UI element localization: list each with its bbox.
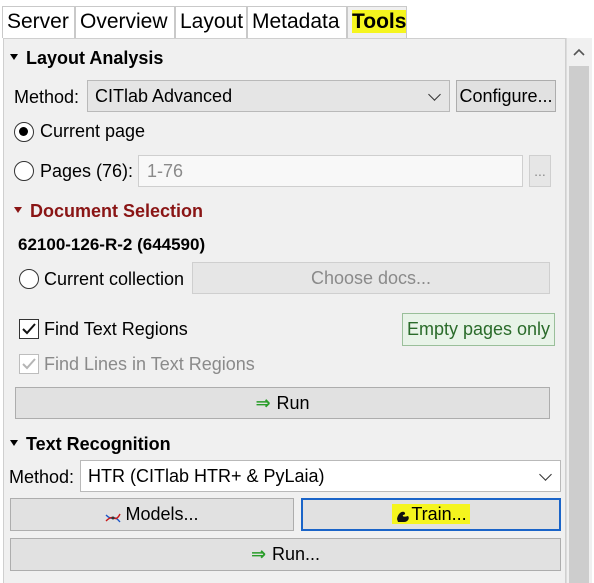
tr-method-value: HTR (CITlab HTR+ & PyLaia) <box>88 466 325 486</box>
pages-ellipsis-button[interactable]: ... <box>529 155 551 187</box>
layout-analysis-title: Layout Analysis <box>26 48 164 68</box>
run-label: Run <box>276 393 310 413</box>
find-lines-checkbox[interactable] <box>19 354 39 374</box>
expand-caret-icon <box>10 54 18 61</box>
document-selection-title: Document Selection <box>30 201 204 221</box>
pages-label: Pages (76): <box>40 161 134 181</box>
tab-layout[interactable]: Layout <box>175 6 247 38</box>
document-selection-header[interactable]: Document Selection <box>14 201 203 222</box>
checkmark-icon <box>22 358 36 370</box>
tab-server[interactable]: Server <box>2 6 75 38</box>
current-collection-radio[interactable] <box>19 269 39 289</box>
run-dots-label: Run... <box>272 544 321 564</box>
empty-pages-label: Empty pages only <box>406 319 551 339</box>
layout-run-button[interactable]: ⇒ Run <box>15 387 550 419</box>
scrollbar-thumb[interactable] <box>569 66 589 583</box>
la-method-select[interactable]: CITlab Advanced <box>87 80 450 112</box>
la-method-value: CITlab Advanced <box>95 86 233 106</box>
layout-analysis-header[interactable]: Layout Analysis <box>10 48 163 69</box>
find-text-regions-checkbox[interactable] <box>19 319 39 339</box>
pages-range-input[interactable]: 1-76 <box>138 155 523 187</box>
configure-button[interactable]: Configure... <box>456 80 556 112</box>
expand-caret-icon <box>14 207 22 214</box>
tab-overview[interactable]: Overview <box>75 6 175 38</box>
train-button-highlight: Train... <box>392 504 470 524</box>
current-page-radio[interactable] <box>14 122 34 142</box>
choose-docs-button[interactable]: Choose docs... <box>192 262 550 294</box>
chevron-down-icon <box>428 88 441 101</box>
ellipsis-label: ... <box>534 163 546 179</box>
tab-server-label: Server <box>7 10 69 33</box>
text-recognition-title: Text Recognition <box>26 434 171 454</box>
tr-method-label: Method: <box>9 467 75 487</box>
pages-radio[interactable] <box>14 161 34 181</box>
tab-metadata[interactable]: Metadata <box>247 6 347 38</box>
models-button[interactable]: Models... <box>10 498 294 531</box>
tab-overview-label: Overview <box>80 10 168 33</box>
tab-tools[interactable]: Tools <box>347 6 407 38</box>
muscle-icon <box>395 505 411 523</box>
checkmark-icon <box>22 323 36 335</box>
train-label: Train... <box>411 504 467 524</box>
scroll-up-arrow-icon[interactable] <box>566 38 592 66</box>
tab-metadata-label: Metadata <box>252 10 340 33</box>
find-text-regions-label: Find Text Regions <box>44 319 188 339</box>
tr-method-select[interactable]: HTR (CITlab HTR+ & PyLaia) <box>80 460 561 492</box>
run-arrow-icon: ⇒ <box>250 544 267 564</box>
empty-pages-only-toggle[interactable]: Empty pages only <box>402 313 555 346</box>
chevron-down-icon <box>539 468 552 481</box>
tab-tools-label: Tools <box>352 10 407 33</box>
configure-label: Configure... <box>459 86 553 106</box>
current-page-label: Current page <box>40 121 146 141</box>
recognition-run-button[interactable]: ⇒ Run... <box>10 538 561 571</box>
models-label: Models... <box>125 504 199 524</box>
run-arrow-icon: ⇒ <box>255 393 271 413</box>
document-id: 62100-126-R-2 (644590) <box>18 235 206 254</box>
expand-caret-icon <box>10 440 18 447</box>
train-button[interactable]: Train... <box>301 498 561 531</box>
current-collection-label: Current collection <box>44 269 185 289</box>
tab-bar: Server Overview Layout Metadata Tools <box>0 0 594 38</box>
find-lines-label: Find Lines in Text Regions <box>44 354 255 374</box>
tab-layout-label: Layout <box>180 10 244 33</box>
choose-docs-label: Choose docs... <box>310 268 432 288</box>
la-method-label: Method: <box>14 87 80 107</box>
models-icon <box>105 505 122 523</box>
text-recognition-header[interactable]: Text Recognition <box>10 434 171 455</box>
